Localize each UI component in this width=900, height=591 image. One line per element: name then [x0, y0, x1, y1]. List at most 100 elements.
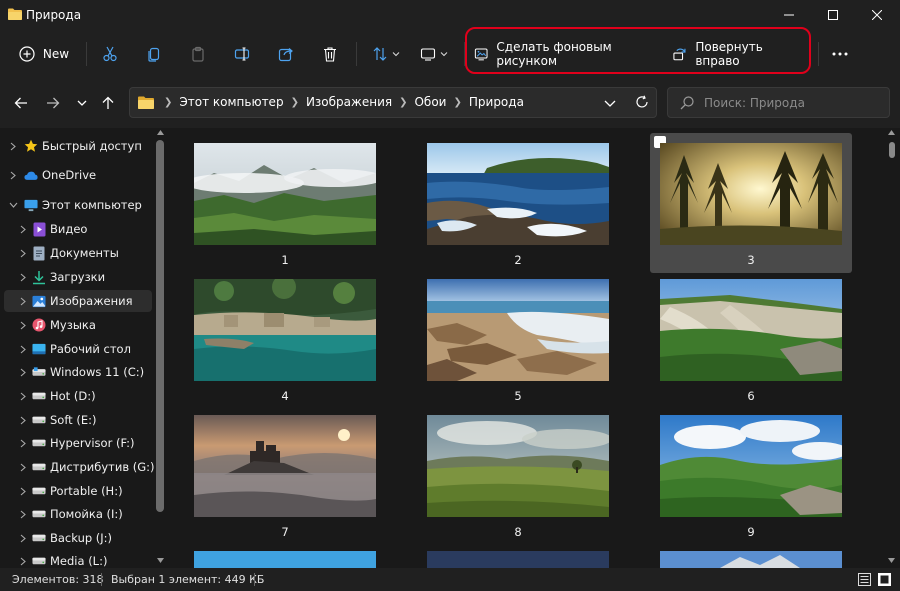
- sidebar-item-label: Portable (H:): [50, 484, 123, 498]
- sidebar-item-drive-l[interactable]: Media (L:): [4, 550, 152, 568]
- folder-icon: [138, 96, 154, 112]
- sidebar-scrollbar-thumb[interactable]: [156, 140, 164, 512]
- sidebar-item-quick-access[interactable]: Быстрый доступ: [4, 135, 152, 157]
- sidebar-item-drive-j[interactable]: Backup (J:): [4, 527, 152, 549]
- image-tile-2[interactable]: 2: [417, 133, 619, 273]
- scroll-up-arrow-icon[interactable]: [157, 130, 164, 135]
- chevron-right-icon[interactable]: [8, 171, 18, 180]
- sidebar-item-music[interactable]: Музыка: [4, 314, 152, 336]
- details-view-button[interactable]: [858, 573, 871, 589]
- chevron-down-icon[interactable]: [8, 202, 18, 208]
- breadcrumb-this-pc[interactable]: Этот компьютер: [179, 95, 283, 109]
- address-history-dropdown[interactable]: [604, 97, 616, 111]
- image-tile-7[interactable]: 7: [184, 405, 386, 545]
- chevron-right-icon[interactable]: [18, 392, 28, 401]
- search-box[interactable]: [667, 87, 890, 118]
- status-bar: Элементов: 318 Выбран 1 элемент: 449 КБ: [0, 568, 900, 591]
- chevron-right-icon[interactable]: [18, 249, 28, 258]
- chevron-right-icon[interactable]: [18, 463, 28, 472]
- refresh-button[interactable]: [635, 95, 649, 112]
- view-layout-icon: [420, 48, 436, 61]
- image-tile-label: 7: [281, 525, 289, 539]
- image-tile-6[interactable]: 6: [650, 269, 852, 409]
- search-input[interactable]: [704, 94, 884, 112]
- content-scrollbar[interactable]: [884, 128, 900, 568]
- sidebar-item-this-pc[interactable]: Этот компьютер: [4, 194, 152, 216]
- up-button[interactable]: [96, 91, 120, 115]
- scroll-up-arrow-icon[interactable]: [888, 130, 895, 135]
- paste-button[interactable]: [184, 38, 212, 70]
- close-button[interactable]: [855, 0, 899, 30]
- sidebar-item-drive-h[interactable]: Portable (H:): [4, 480, 152, 502]
- image-tile-4[interactable]: 4: [184, 269, 386, 409]
- sidebar-item-label: Soft (E:): [50, 413, 97, 427]
- sidebar-item-label: Hot (D:): [50, 389, 96, 403]
- image-tile-8[interactable]: 8: [417, 405, 619, 545]
- scissors-icon: [103, 46, 117, 62]
- content-scrollbar-thumb[interactable]: [889, 142, 895, 158]
- image-tile-partial[interactable]: [650, 541, 852, 568]
- sidebar-item-documents[interactable]: Документы: [4, 242, 152, 264]
- image-tile-9[interactable]: 9: [650, 405, 852, 545]
- sidebar-scrollbar[interactable]: [154, 128, 166, 568]
- breadcrumb-chevron-icon[interactable]: ❯: [399, 97, 407, 108]
- sidebar-item-drive-d[interactable]: Hot (D:): [4, 385, 152, 407]
- image-thumbnail: [194, 551, 376, 568]
- sidebar-item-downloads[interactable]: Загрузки: [4, 266, 152, 288]
- recent-locations-button[interactable]: [70, 91, 94, 115]
- breadcrumb-chevron-icon[interactable]: ❯: [291, 97, 299, 108]
- chevron-right-icon[interactable]: [18, 225, 28, 234]
- delete-button[interactable]: [316, 38, 344, 70]
- chevron-right-icon[interactable]: [18, 557, 28, 566]
- sidebar-item-video[interactable]: Видео: [4, 218, 152, 240]
- rename-button[interactable]: [228, 38, 256, 70]
- image-tile-partial[interactable]: [184, 541, 386, 568]
- chevron-right-icon[interactable]: [18, 297, 28, 306]
- sidebar-item-drive-i[interactable]: Помойка (I:): [4, 503, 152, 525]
- chevron-right-icon[interactable]: [18, 439, 28, 448]
- sidebar-item-onedrive[interactable]: OneDrive: [4, 164, 152, 186]
- image-tile-partial[interactable]: [417, 541, 619, 568]
- chevron-right-icon[interactable]: [18, 345, 28, 354]
- view-button[interactable]: [414, 38, 454, 70]
- chevron-right-icon[interactable]: [18, 416, 28, 425]
- chevron-right-icon[interactable]: [18, 368, 28, 377]
- chevron-right-icon[interactable]: [18, 273, 28, 282]
- large-icons-view-button[interactable]: [878, 573, 891, 589]
- scroll-down-arrow-icon[interactable]: [888, 558, 895, 563]
- more-options-button[interactable]: [826, 38, 854, 70]
- breadcrumb-nature[interactable]: Природа: [469, 95, 524, 109]
- sidebar-item-drive-e[interactable]: Soft (E:): [4, 409, 152, 431]
- chevron-right-icon[interactable]: [18, 487, 28, 496]
- sidebar-item-drive-c[interactable]: Windows 11 (C:): [4, 361, 152, 383]
- share-button[interactable]: [272, 38, 300, 70]
- image-thumbnail: [427, 279, 609, 381]
- sidebar-item-drive-f[interactable]: Hypervisor (F:): [4, 432, 152, 454]
- forward-button[interactable]: [41, 91, 65, 115]
- image-tile-5[interactable]: 5: [417, 269, 619, 409]
- star-icon: [24, 139, 38, 153]
- scroll-down-arrow-icon[interactable]: [157, 558, 164, 563]
- sidebar-item-pictures[interactable]: Изображения: [4, 290, 152, 312]
- chevron-right-icon[interactable]: [18, 534, 28, 543]
- breadcrumb-chevron-icon[interactable]: ❯: [453, 97, 461, 108]
- address-bar[interactable]: ❯ Этот компьютер ❯ Изображения ❯ Обои ❯ …: [129, 87, 657, 118]
- back-button[interactable]: [9, 91, 33, 115]
- image-tile-1[interactable]: 1: [184, 133, 386, 273]
- cut-button[interactable]: [96, 38, 124, 70]
- breadcrumb-wallpapers[interactable]: Обои: [414, 95, 446, 109]
- new-button[interactable]: New: [14, 38, 74, 70]
- image-thumbnail: [660, 279, 842, 381]
- chevron-right-icon[interactable]: [18, 510, 28, 519]
- maximize-button[interactable]: [811, 0, 855, 30]
- sidebar-item-desktop[interactable]: Рабочий стол: [4, 338, 152, 360]
- breadcrumb-pictures[interactable]: Изображения: [306, 95, 392, 109]
- chevron-right-icon[interactable]: [8, 142, 18, 151]
- copy-button[interactable]: [140, 38, 168, 70]
- image-tile-3[interactable]: 3: [650, 133, 852, 273]
- minimize-button[interactable]: [767, 0, 811, 30]
- chevron-right-icon[interactable]: [18, 321, 28, 330]
- sidebar-item-drive-g[interactable]: Дистрибутив (G:): [4, 456, 155, 478]
- sort-button[interactable]: [366, 38, 406, 70]
- drive-icon: [32, 460, 46, 474]
